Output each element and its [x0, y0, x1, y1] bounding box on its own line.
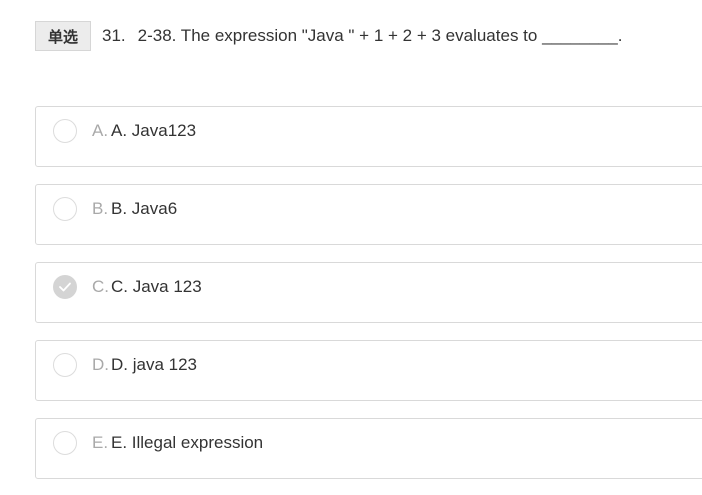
answer-options: A. A. Java123 B. B. Java6 C. C. Java 123…: [35, 106, 702, 495]
option-a[interactable]: A. A. Java123: [35, 106, 702, 167]
option-c-letter: C.: [92, 277, 109, 296]
option-d-text: D. java 123: [111, 355, 197, 374]
option-a-letter: A.: [92, 121, 109, 140]
question-page: 单选 31. 2-38. The expression "Java " + 1 …: [0, 0, 702, 495]
option-c-radio[interactable]: [53, 275, 77, 299]
option-a-radio[interactable]: [53, 119, 77, 143]
question-number: 31.: [102, 26, 126, 45]
option-c-text: C. Java 123: [111, 277, 202, 296]
option-a-text: A. Java123: [111, 121, 197, 140]
question-type-badge: 单选: [35, 21, 91, 51]
option-e[interactable]: E. E. Illegal expression: [35, 418, 702, 479]
question-text: 2-38. The expression "Java " + 1 + 2 + 3…: [137, 26, 623, 45]
option-e-text: E. Illegal expression: [111, 433, 264, 452]
question-header: 单选 31. 2-38. The expression "Java " + 1 …: [35, 21, 622, 51]
option-e-letter: E.: [92, 433, 109, 452]
option-b-text: B. Java6: [111, 199, 178, 218]
checkmark-icon: [59, 282, 71, 292]
option-b-radio[interactable]: [53, 197, 77, 221]
option-c[interactable]: C. C. Java 123: [35, 262, 702, 323]
option-b-letter: B.: [92, 199, 109, 218]
option-d[interactable]: D. D. java 123: [35, 340, 702, 401]
option-d-letter: D.: [92, 355, 109, 374]
option-e-radio[interactable]: [53, 431, 77, 455]
option-b[interactable]: B. B. Java6: [35, 184, 702, 245]
option-d-radio[interactable]: [53, 353, 77, 377]
